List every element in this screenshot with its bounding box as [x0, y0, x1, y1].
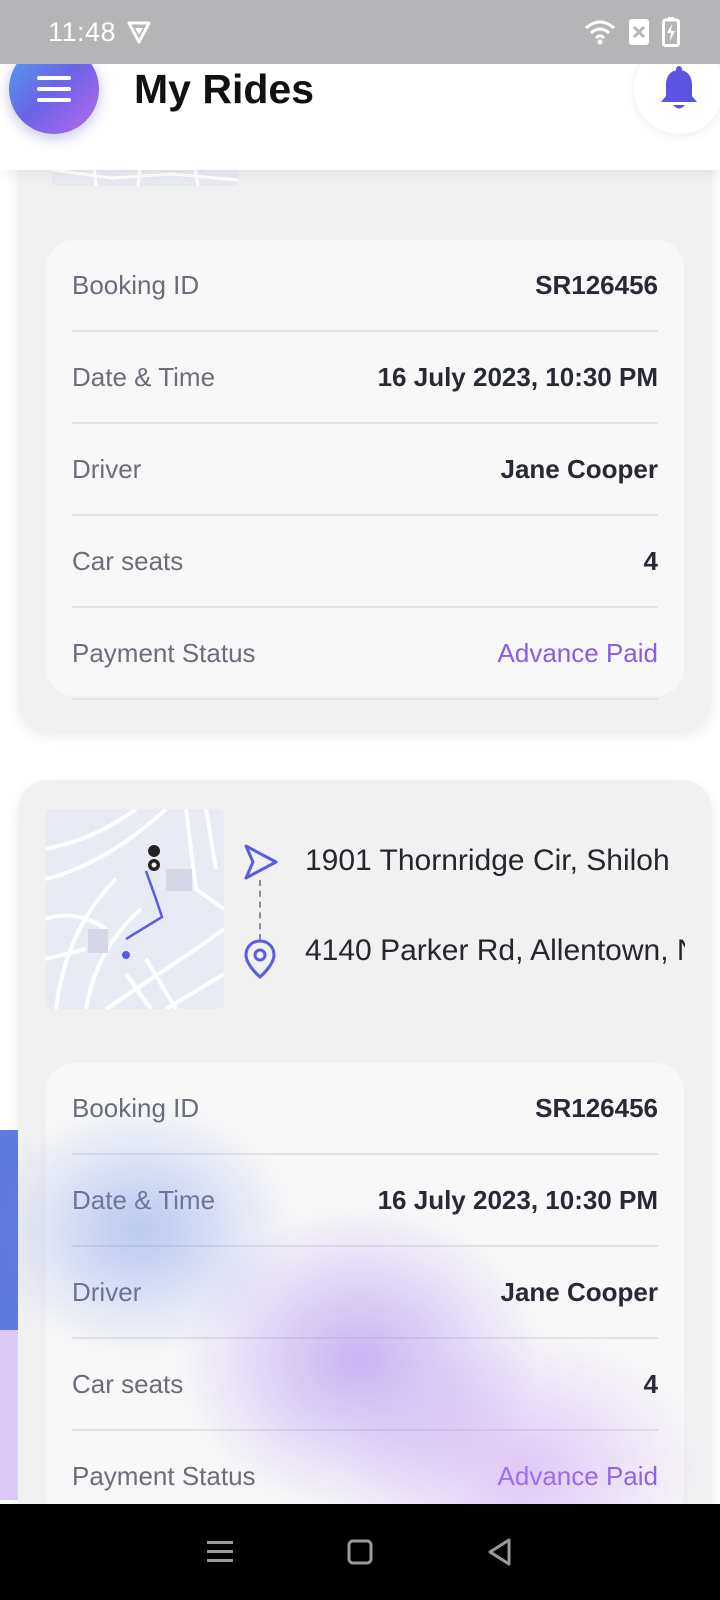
ride-details: Booking ID SR126456 Date & Time 16 July …	[46, 240, 684, 700]
ride-card[interactable]: Booking ID SR126456 Date & Time 16 July …	[18, 110, 712, 730]
detail-row-date-time: Date & Time 16 July 2023, 10:30 PM	[72, 1155, 658, 1247]
decorative-accent	[0, 1130, 18, 1330]
recents-button[interactable]	[200, 1532, 240, 1572]
route-map-thumbnail	[46, 809, 224, 1009]
back-button[interactable]	[480, 1532, 520, 1572]
ride-card[interactable]: 1901 Thornridge Cir, Shiloh 4140 Parker …	[18, 780, 712, 1540]
dropoff-address: 4140 Parker Rd, Allentown, N	[305, 934, 685, 967]
system-nav-bar	[0, 1504, 720, 1600]
page-title: My Rides	[134, 66, 314, 112]
detail-row-driver: Driver Jane Cooper	[72, 424, 658, 516]
back-icon	[488, 1538, 511, 1566]
payment-status-badge: Advance Paid	[497, 637, 658, 668]
ride-details: Booking ID SR126456 Date & Time 16 July …	[46, 1063, 684, 1523]
home-icon	[347, 1539, 373, 1565]
home-button[interactable]	[340, 1532, 380, 1572]
vpn-icon	[127, 21, 151, 44]
detail-row-driver: Driver Jane Cooper	[72, 1247, 658, 1339]
detail-row-car-seats: Car seats 4	[72, 516, 658, 608]
route-connector	[259, 880, 261, 940]
app-header: My Rides	[0, 44, 720, 170]
sim-none-icon	[629, 19, 649, 45]
pickup-address: 1901 Thornridge Cir, Shiloh	[305, 844, 670, 877]
decorative-accent	[0, 1330, 18, 1500]
bell-icon	[661, 66, 697, 109]
screen: 11:48 My Rides Booking ID SR126456 Date …	[0, 0, 720, 1600]
detail-row-date-time: Date & Time 16 July 2023, 10:30 PM	[72, 332, 658, 424]
payment-status-badge: Advance Paid	[497, 1460, 658, 1491]
detail-row-car-seats: Car seats 4	[72, 1339, 658, 1431]
battery-charging-icon	[662, 17, 680, 47]
detail-row-payment-status: Payment Status Advance Paid	[72, 608, 658, 700]
hamburger-icon	[37, 76, 71, 102]
detail-row-booking-id: Booking ID SR126456	[72, 1063, 658, 1155]
location-pin-icon	[244, 939, 276, 979]
wifi-icon	[585, 20, 615, 45]
status-bar: 11:48	[0, 0, 720, 64]
recents-icon	[207, 1541, 233, 1562]
status-time: 11:48	[48, 16, 117, 47]
navigation-arrow-icon	[244, 844, 278, 880]
detail-row-booking-id: Booking ID SR126456	[72, 240, 658, 332]
